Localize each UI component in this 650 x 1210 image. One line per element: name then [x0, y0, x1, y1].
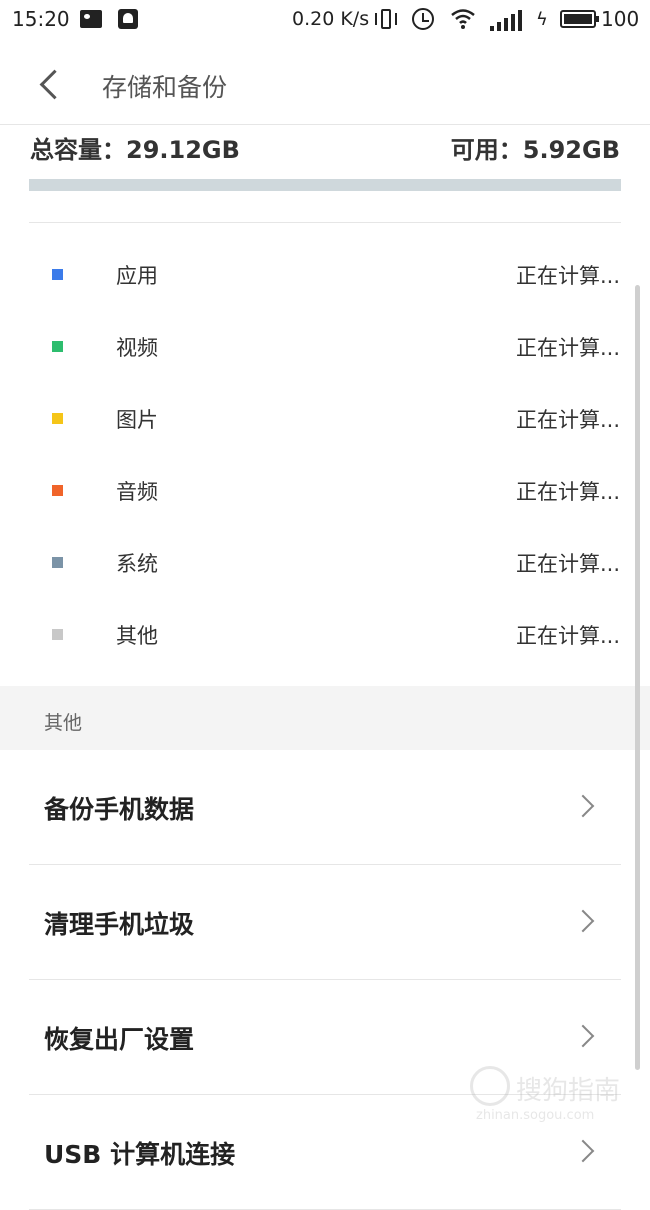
category-images: 图片 正在计算... [0, 382, 650, 454]
app-header: 存储和备份 [0, 40, 650, 125]
battery-icon [560, 10, 599, 28]
menu-item-label: 恢复出厂设置 [44, 1025, 195, 1054]
apps-color-dot [52, 269, 63, 280]
alarm-icon [412, 8, 434, 30]
menu-item-backup[interactable]: 备份手机数据 [29, 750, 621, 865]
images-color-dot [52, 413, 63, 424]
sogou-logo-icon [470, 1066, 510, 1106]
wifi-icon [451, 9, 475, 29]
category-value: 正在计算... [515, 552, 620, 576]
chevron-right-icon [571, 909, 595, 933]
audio-color-dot [52, 485, 63, 496]
settings-menu: 备份手机数据 清理手机垃圾 恢复出厂设置 USB 计算机连接 [0, 750, 650, 1210]
category-apps: 应用 正在计算... [0, 238, 650, 310]
network-speed: 0.20 K/s [292, 8, 370, 30]
vibrate-icon [375, 9, 397, 29]
watermark: 搜狗指南 zhinan.sogou.com [470, 1066, 630, 1126]
storage-category-list: 应用 正在计算... 视频 正在计算... 图片 正在计算... 音频 正在计算… [0, 238, 650, 670]
category-value: 正在计算... [515, 408, 620, 432]
section-label: 其他 [44, 712, 83, 734]
picture-icon [80, 10, 102, 28]
battery-percent: 100 [601, 7, 640, 31]
status-bar: 15:20 0.20 K/s ϟ 100 [0, 0, 650, 40]
free-capacity: 可用：5.92GB [450, 136, 620, 164]
chevron-right-icon [571, 794, 595, 818]
watermark-url: zhinan.sogou.com [476, 1108, 595, 1123]
video-color-dot [52, 341, 63, 352]
category-label: 其他 [116, 624, 158, 648]
category-value: 正在计算... [515, 336, 620, 360]
section-header-other: 其他 [0, 686, 650, 750]
charging-icon: ϟ [536, 9, 548, 30]
signal-icon [490, 9, 524, 31]
category-audio: 音频 正在计算... [0, 454, 650, 526]
category-other: 其他 正在计算... [0, 598, 650, 670]
category-value: 正在计算... [515, 480, 620, 504]
storage-usage-bar [29, 179, 621, 191]
menu-item-clean[interactable]: 清理手机垃圾 [29, 865, 621, 980]
menu-item-label: 清理手机垃圾 [44, 910, 195, 939]
category-label: 应用 [116, 264, 158, 288]
chevron-right-icon [571, 1139, 595, 1163]
back-arrow-icon[interactable] [30, 66, 70, 106]
chevron-right-icon [571, 1024, 595, 1048]
category-label: 音频 [116, 480, 158, 504]
page-title: 存储和备份 [102, 73, 228, 102]
bell-icon [118, 9, 138, 29]
category-label: 视频 [116, 336, 158, 360]
system-color-dot [52, 557, 63, 568]
category-video: 视频 正在计算... [0, 310, 650, 382]
status-time: 15:20 [12, 7, 70, 31]
category-label: 图片 [116, 408, 158, 432]
other-color-dot [52, 629, 63, 640]
category-value: 正在计算... [515, 624, 620, 648]
divider [29, 222, 621, 223]
total-capacity: 总容量：29.12GB [30, 136, 240, 164]
scrollbar[interactable] [635, 285, 640, 1070]
watermark-text: 搜狗指南 [516, 1076, 621, 1106]
category-system: 系统 正在计算... [0, 526, 650, 598]
category-value: 正在计算... [515, 264, 620, 288]
menu-item-label: USB 计算机连接 [44, 1140, 236, 1169]
menu-item-label: 备份手机数据 [44, 795, 195, 824]
category-label: 系统 [116, 552, 158, 576]
